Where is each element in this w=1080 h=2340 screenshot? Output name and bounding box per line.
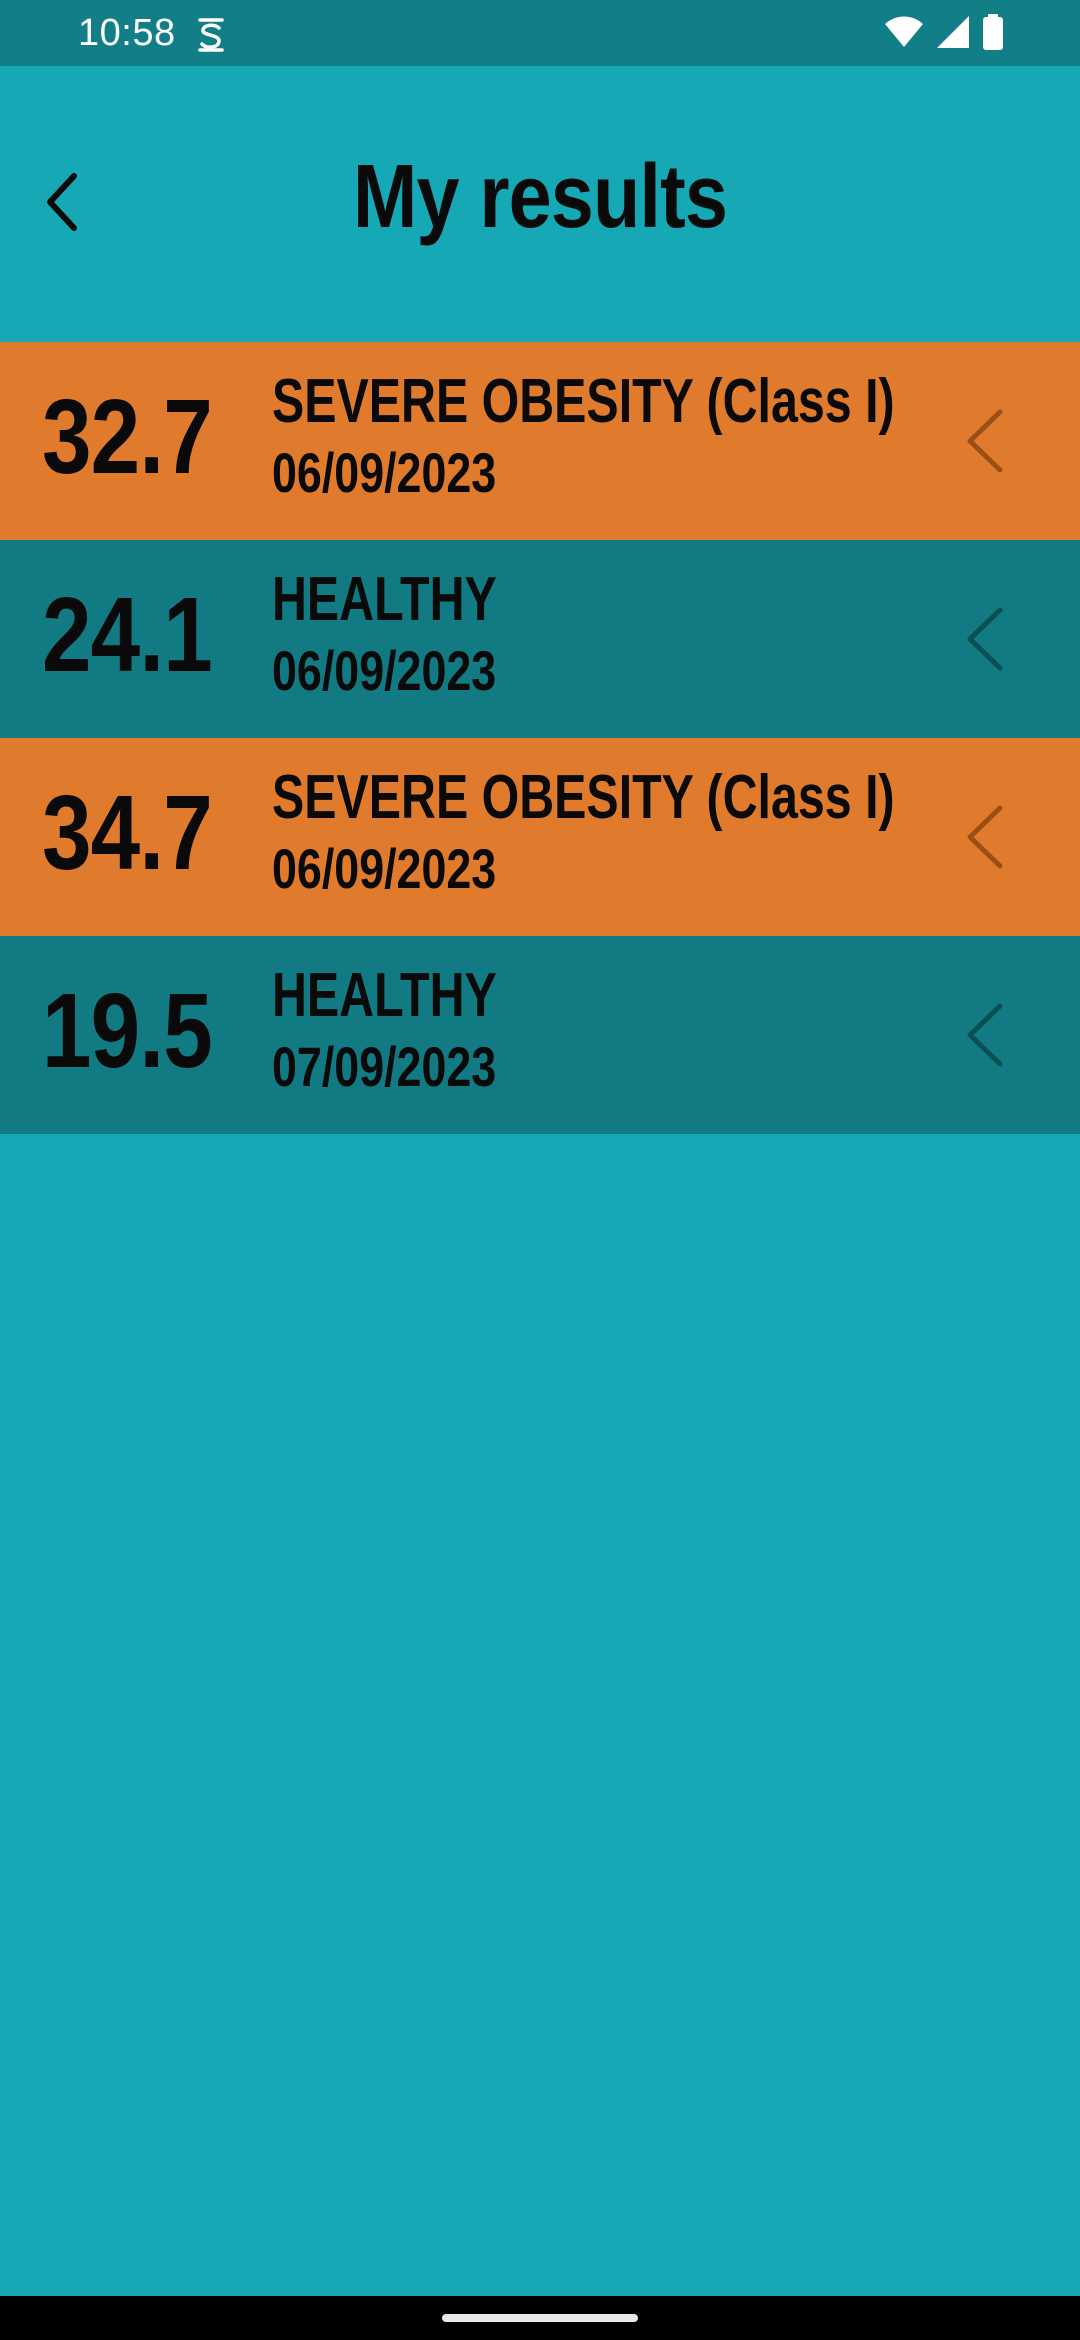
result-date: 07/09/2023 xyxy=(272,1035,497,1098)
result-category: HEALTHY xyxy=(272,565,497,634)
s-notification-icon xyxy=(194,16,228,54)
result-date: 06/09/2023 xyxy=(272,837,497,900)
result-value: 34.7 xyxy=(42,774,213,892)
result-date: 06/09/2023 xyxy=(272,639,497,702)
results-list: 32.7 SEVERE OBESITY (Class I) 06/09/2023… xyxy=(0,342,1080,1134)
status-icons xyxy=(884,13,1004,55)
result-row[interactable]: 34.7 SEVERE OBESITY (Class I) 06/09/2023 xyxy=(0,738,1080,936)
result-row[interactable]: 32.7 SEVERE OBESITY (Class I) 06/09/2023 xyxy=(0,342,1080,540)
result-category: SEVERE OBESITY (Class I) xyxy=(272,763,895,832)
navigation-bar xyxy=(0,2296,1080,2340)
chevron-left-icon xyxy=(960,1000,1010,1070)
status-bar: 10:58 xyxy=(0,0,1080,66)
result-category: HEALTHY xyxy=(272,961,497,1030)
result-value: 32.7 xyxy=(42,378,213,496)
wifi-icon xyxy=(884,15,924,54)
result-value: 24.1 xyxy=(42,576,213,694)
home-gesture-handle[interactable] xyxy=(442,2314,638,2322)
app-bar: My results xyxy=(0,66,1080,342)
chevron-left-icon xyxy=(960,406,1010,476)
result-row[interactable]: 19.5 HEALTHY 07/09/2023 xyxy=(0,936,1080,1134)
chevron-left-icon xyxy=(960,604,1010,674)
battery-icon xyxy=(982,13,1004,55)
result-category: SEVERE OBESITY (Class I) xyxy=(272,367,895,436)
cell-signal-icon xyxy=(936,15,970,54)
result-date: 06/09/2023 xyxy=(272,441,497,504)
chevron-left-icon xyxy=(960,802,1010,872)
page-title: My results xyxy=(352,147,728,247)
result-value: 19.5 xyxy=(42,972,213,1090)
status-time: 10:58 xyxy=(78,12,176,54)
result-row[interactable]: 24.1 HEALTHY 06/09/2023 xyxy=(0,540,1080,738)
